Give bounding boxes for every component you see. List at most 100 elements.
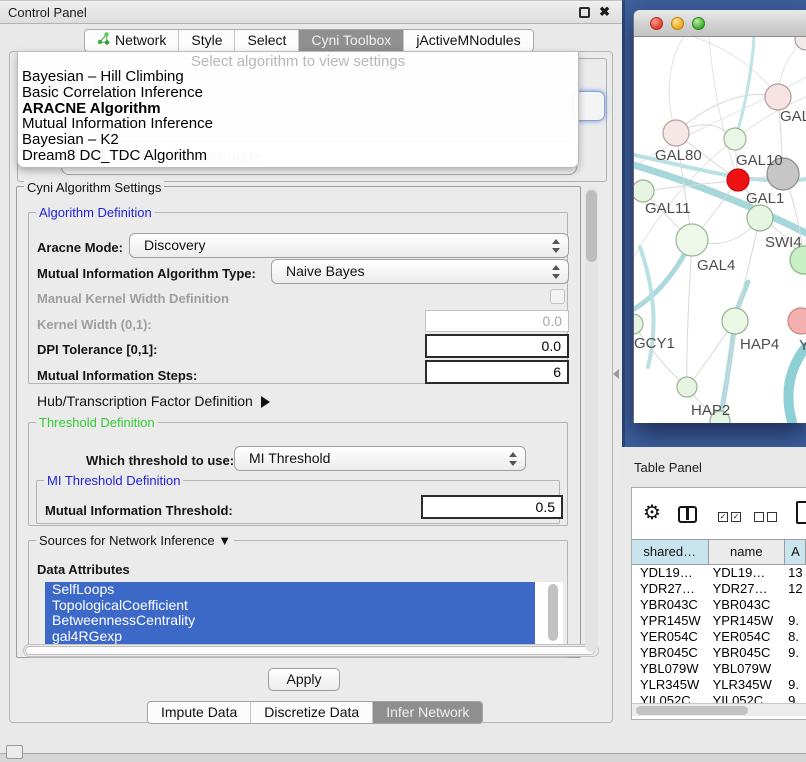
column-header-partial[interactable]: A xyxy=(785,540,806,564)
hub-definition-text: Hub/Transcription Factor Definition xyxy=(37,393,253,409)
node-red[interactable] xyxy=(727,169,749,191)
node[interactable] xyxy=(765,84,791,110)
tab-select[interactable]: Select xyxy=(234,30,298,51)
column-header-shared-name[interactable]: shared… xyxy=(632,540,709,564)
dropdown-item[interactable]: Dream8 DC_TDC Algorithm xyxy=(18,148,578,164)
algorithm-dropdown: Select algorithm to view settings Bayesi… xyxy=(17,51,579,168)
close-traffic-icon[interactable] xyxy=(650,17,663,30)
horizontal-scroll-thumb[interactable] xyxy=(25,646,595,655)
gear-icon[interactable]: ⚙ xyxy=(643,503,661,523)
checked-checkbox-icon[interactable]: ✓ xyxy=(731,512,741,522)
table-row[interactable]: YPR145WYPR145W9. xyxy=(632,613,806,629)
checked-checkbox-icon[interactable]: ✓ xyxy=(718,512,728,522)
table-horizontal-scrollbar[interactable] xyxy=(632,703,806,716)
node-label: HAP2 xyxy=(691,402,730,419)
dpi-tolerance-input[interactable]: 0.0 xyxy=(425,334,569,358)
panel-splitter-handle[interactable] xyxy=(613,369,619,379)
document-icon[interactable] xyxy=(796,501,806,524)
float-window-icon[interactable] xyxy=(579,7,590,18)
tab-infer-network[interactable]: Infer Network xyxy=(372,702,482,723)
list-item[interactable]: TopologicalCoefficient xyxy=(45,598,535,614)
tab-cyni-toolbox[interactable]: Cyni Toolbox xyxy=(298,30,403,51)
unchecked-checkbox-icon[interactable] xyxy=(754,512,764,522)
mi-threshold-input[interactable]: 0.5 xyxy=(421,495,563,519)
table-scroll-thumb[interactable] xyxy=(636,706,748,715)
network-window[interactable]: GAL GAL80 GAL10 GAL11 GAL1 SWI4 GAL4 GCY… xyxy=(634,10,806,423)
aracne-mode-combobox[interactable]: Discovery xyxy=(129,233,569,258)
network-icon xyxy=(97,30,110,51)
cell: 8. xyxy=(785,629,806,645)
hub-definition-label[interactable]: Hub/Transcription Factor Definition xyxy=(37,393,270,409)
node-gal11[interactable] xyxy=(634,180,654,202)
node-gal1[interactable] xyxy=(747,205,773,231)
table-row[interactable]: YBR045CYBR045C9. xyxy=(632,645,806,661)
apply-button[interactable]: Apply xyxy=(268,668,340,691)
node-gal4[interactable] xyxy=(676,224,708,256)
table-row[interactable]: YER054CYER054C8. xyxy=(632,629,806,645)
tab-jactivemnodules[interactable]: jActiveMNodules xyxy=(403,30,532,51)
table-row[interactable]: YBR043CYBR043C xyxy=(632,597,806,613)
node-hap4[interactable] xyxy=(722,308,748,334)
zoom-traffic-icon[interactable] xyxy=(692,17,705,30)
cell: 9. xyxy=(785,645,806,661)
network-canvas[interactable]: GAL GAL80 GAL10 GAL11 GAL1 SWI4 GAL4 GCY… xyxy=(634,37,806,423)
node-label: GAL1 xyxy=(746,190,784,207)
columns-icon[interactable] xyxy=(678,506,697,523)
table-panel-title: Table Panel xyxy=(634,460,702,475)
minimize-traffic-icon[interactable] xyxy=(671,17,684,30)
table-row[interactable]: YLR345WYLR345W9. xyxy=(632,677,806,693)
node-label: SWI4 xyxy=(765,234,802,251)
dropdown-item[interactable]: Basic Correlation Inference xyxy=(18,85,578,101)
mi-steps-input[interactable]: 6 xyxy=(425,360,569,384)
table-row[interactable]: YDR27…YDR27…12 xyxy=(632,581,806,597)
collapsed-panel-box[interactable] xyxy=(6,745,23,759)
aracne-mode-value: Discovery xyxy=(144,237,205,253)
table-row[interactable]: YDL19…YDL19…13 xyxy=(632,565,806,581)
tab-impute-data[interactable]: Impute Data xyxy=(148,702,250,723)
close-icon[interactable]: ✖ xyxy=(599,4,610,20)
control-panel-titlebar: Control Panel ✖ xyxy=(0,1,622,24)
list-item[interactable]: SelfLoops xyxy=(45,582,535,598)
dropdown-item[interactable]: Bayesian – K2 xyxy=(18,132,578,148)
list-item[interactable]: gal4RGexp xyxy=(45,629,535,645)
tab-discretize-data[interactable]: Discretize Data xyxy=(250,702,372,723)
column-header-name[interactable]: name xyxy=(709,540,786,564)
kernel-width-label: Kernel Width (0,1): xyxy=(37,317,152,332)
node-gal80[interactable] xyxy=(663,120,689,146)
node-gal10[interactable] xyxy=(724,128,746,150)
node-hap2[interactable] xyxy=(677,377,697,397)
dropdown-item-selected[interactable]: ARACNE Algorithm xyxy=(18,101,578,117)
settings-horizontal-scrollbar[interactable] xyxy=(23,644,599,657)
cell: YDL19… xyxy=(632,565,709,581)
manual-kernel-checkbox[interactable] xyxy=(550,289,565,304)
node-gcy1[interactable] xyxy=(634,314,643,334)
node-label: GCY1 xyxy=(634,335,675,352)
node-label: GAL11 xyxy=(645,200,691,217)
settings-vertical-scrollbar[interactable] xyxy=(585,188,598,652)
list-item[interactable]: BetweennessCentrality xyxy=(45,613,535,629)
tab-network[interactable]: Network xyxy=(85,30,178,51)
cell: YBR045C xyxy=(709,645,786,661)
bottom-tabs: Impute Data Discretize Data Infer Networ… xyxy=(147,701,483,724)
tab-style[interactable]: Style xyxy=(178,30,234,51)
dpi-tolerance-label: DPI Tolerance [0,1]: xyxy=(37,342,157,357)
table-panel: ⚙ ✓ ✓ shared… name A YDL19…YDL19…13 YDR2… xyxy=(631,487,806,720)
stepper-arrows-icon xyxy=(551,264,559,280)
kernel-width-input[interactable]: 0.0 xyxy=(425,310,569,332)
data-attributes-list: SelfLoops TopologicalCoefficient Between… xyxy=(45,582,563,644)
network-window-titlebar[interactable] xyxy=(634,10,806,37)
dropdown-item[interactable]: Bayesian – Hill Climbing xyxy=(18,69,578,85)
table-row[interactable]: YBL079WYBL079W xyxy=(632,661,806,677)
algorithm-definition-legend: Algorithm Definition xyxy=(36,205,155,220)
which-threshold-combobox[interactable]: MI Threshold xyxy=(234,446,526,471)
vertical-scroll-thumb[interactable] xyxy=(586,190,597,262)
threshold-legend: Threshold Definition xyxy=(36,415,158,430)
tab-network-label: Network xyxy=(115,30,166,51)
dropdown-item[interactable]: Mutual Information Inference xyxy=(18,116,578,132)
list-vertical-scrollbar[interactable] xyxy=(548,584,558,641)
sources-legend[interactable]: Sources for Network Inference ▼ xyxy=(36,533,234,548)
node-salmon[interactable] xyxy=(788,308,806,334)
mi-type-combobox[interactable]: Naive Bayes xyxy=(271,259,569,284)
unchecked-checkbox-icon[interactable] xyxy=(767,512,777,522)
cell: YDR27… xyxy=(632,581,709,597)
